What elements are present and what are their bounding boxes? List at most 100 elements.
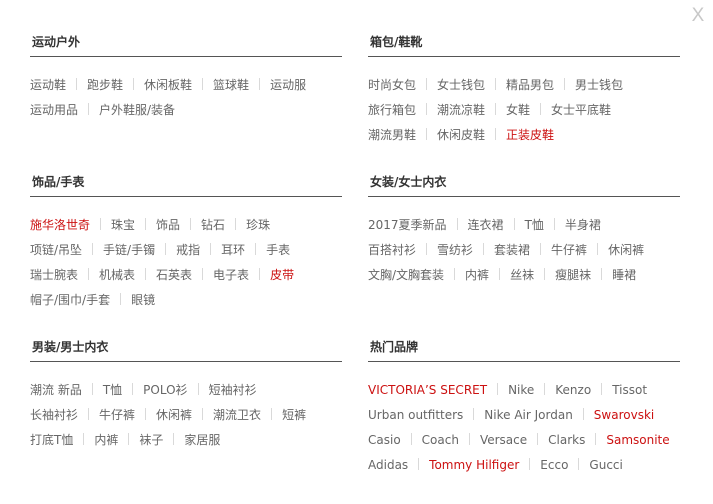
category-link[interactable]: Kenzo [555, 383, 591, 397]
category-link[interactable]: 文胸/文胸套装 [368, 268, 444, 282]
category-link[interactable]: 耳环 [221, 243, 245, 257]
category-link[interactable]: 施华洛世奇 [30, 218, 90, 232]
link-separator [202, 78, 204, 90]
category-link[interactable]: 潮流凉鞋 [437, 103, 485, 117]
category-link[interactable]: T恤 [103, 383, 122, 397]
link-row: 文胸/文胸套装 内裤 丝袜 瘦腿袜 睡裙 [368, 263, 680, 288]
category-link[interactable]: 百搭衬衫 [368, 243, 416, 257]
link-separator [513, 218, 515, 230]
category-link[interactable]: 戒指 [176, 243, 200, 257]
link-separator [133, 78, 135, 90]
category-link[interactable]: 牛仔裤 [551, 243, 587, 257]
link-row: 2017夏季新品 连衣裙 T恤 半身裙 [368, 213, 680, 238]
category-link[interactable]: 女鞋 [506, 103, 530, 117]
category-link[interactable]: 女士平底鞋 [551, 103, 611, 117]
category-link[interactable]: 瑞士腕表 [30, 268, 78, 282]
link-separator [473, 408, 475, 420]
category-link[interactable]: Ecco [540, 458, 568, 472]
category-link[interactable]: 运动鞋 [30, 78, 66, 92]
category-link[interactable]: VICTORIA’S SECRET [368, 383, 487, 397]
category-link[interactable]: 2017夏季新品 [368, 218, 447, 232]
category-link[interactable]: Adidas [368, 458, 408, 472]
category-link[interactable]: Tommy Hilfiger [429, 458, 519, 472]
category-link[interactable]: 旅行箱包 [368, 103, 416, 117]
category-link[interactable]: Casio [368, 433, 401, 447]
category-link[interactable]: 潮流卫衣 [213, 408, 261, 422]
category-link[interactable]: 石英表 [156, 268, 192, 282]
category-link[interactable]: 短袖衬衫 [209, 383, 257, 397]
category-link[interactable]: 跑步鞋 [87, 78, 123, 92]
category-link[interactable]: Nike Air Jordan [484, 408, 573, 422]
category-link[interactable]: Versace [480, 433, 527, 447]
link-separator [578, 458, 580, 470]
category-link[interactable]: Nike [508, 383, 534, 397]
category-link[interactable]: 家居服 [184, 433, 220, 447]
category-link[interactable]: 项链/吊坠 [30, 243, 82, 257]
category-link[interactable]: 睡裙 [612, 268, 636, 282]
category-link[interactable]: 丝袜 [510, 268, 534, 282]
link-separator [540, 103, 542, 115]
category-link[interactable]: 运动服 [270, 78, 306, 92]
category-link[interactable]: 运动用品 [30, 103, 78, 117]
category-link[interactable]: 时尚女包 [368, 78, 416, 92]
category-link[interactable]: 休闲板鞋 [144, 78, 192, 92]
category-link[interactable]: 皮带 [270, 268, 294, 282]
category-link[interactable]: Coach [422, 433, 459, 447]
category-link[interactable]: Clarks [548, 433, 585, 447]
category-link[interactable]: 机械表 [99, 268, 135, 282]
category-link[interactable]: 套装裙 [494, 243, 530, 257]
link-separator [418, 458, 420, 470]
category-link[interactable]: Gucci [589, 458, 622, 472]
category-link[interactable]: 袜子 [139, 433, 163, 447]
category-link[interactable]: 打底T恤 [30, 433, 73, 447]
category-link[interactable]: 内裤 [465, 268, 489, 282]
category-link[interactable]: 潮流 新品 [30, 383, 82, 397]
category-link[interactable]: 雪纺衫 [437, 243, 473, 257]
category-link[interactable]: 饰品 [156, 218, 180, 232]
category-link[interactable]: 男士钱包 [575, 78, 623, 92]
link-separator [497, 383, 499, 395]
category-link[interactable]: Urban outfitters [368, 408, 463, 422]
category-link[interactable]: 精品男包 [506, 78, 554, 92]
category-link[interactable]: 休闲皮鞋 [437, 128, 485, 142]
category-link[interactable]: 篮球鞋 [213, 78, 249, 92]
category-link[interactable]: 眼镜 [131, 293, 155, 307]
category-link[interactable]: 休闲裤 [156, 408, 192, 422]
category-link[interactable]: 内裤 [94, 433, 118, 447]
link-separator [92, 243, 94, 255]
category-link[interactable]: 手表 [266, 243, 290, 257]
category-link[interactable]: 手链/手镯 [103, 243, 155, 257]
category-link[interactable]: 珍珠 [246, 218, 270, 232]
close-button[interactable]: X [688, 4, 708, 28]
category-link[interactable]: Tissot [612, 383, 647, 397]
section-title: 箱包/鞋靴 [370, 35, 423, 49]
category-link[interactable]: Samsonite [606, 433, 669, 447]
category-link[interactable]: 钻石 [201, 218, 225, 232]
category-link[interactable]: POLO衫 [143, 383, 187, 397]
category-link[interactable]: 短裤 [282, 408, 306, 422]
link-separator [88, 103, 90, 115]
category-link[interactable]: 珠宝 [111, 218, 135, 232]
category-link[interactable]: 正装皮鞋 [506, 128, 554, 142]
category-link[interactable]: Swarovski [594, 408, 654, 422]
category-link[interactable]: T恤 [525, 218, 544, 232]
category-link[interactable]: 牛仔裤 [99, 408, 135, 422]
link-row: 瑞士腕表 机械表 石英表 电子表 皮带 [30, 263, 342, 288]
link-row: 潮流 新品 T恤 POLO衫 短袖衬衫 [30, 378, 342, 403]
link-row: 项链/吊坠 手链/手镯 戒指 耳环 手表 [30, 238, 342, 263]
category-link[interactable]: 女士钱包 [437, 78, 485, 92]
category-link[interactable]: 连衣裙 [468, 218, 504, 232]
category-link[interactable]: 户外鞋服/装备 [99, 103, 175, 117]
category-link[interactable]: 潮流男鞋 [368, 128, 416, 142]
category-link[interactable]: 帽子/围巾/手套 [30, 293, 110, 307]
link-separator [597, 243, 599, 255]
category-link[interactable]: 瘦腿袜 [555, 268, 591, 282]
link-row: VICTORIA’S SECRET Nike Kenzo Tissot [368, 378, 680, 403]
category-link[interactable]: 电子表 [213, 268, 249, 282]
category-link[interactable]: 半身裙 [565, 218, 601, 232]
category-section-accessories-watches: 饰品/手表 施华洛世奇 珠宝 饰品 钻石 珍珠 项链/吊坠 手链/手镯 戒指 耳环 手表 瑞士腕表 机… [30, 172, 342, 313]
category-link[interactable]: 休闲裤 [608, 243, 644, 257]
link-separator [529, 458, 531, 470]
link-separator [91, 383, 93, 395]
category-link[interactable]: 长袖衬衫 [30, 408, 78, 422]
